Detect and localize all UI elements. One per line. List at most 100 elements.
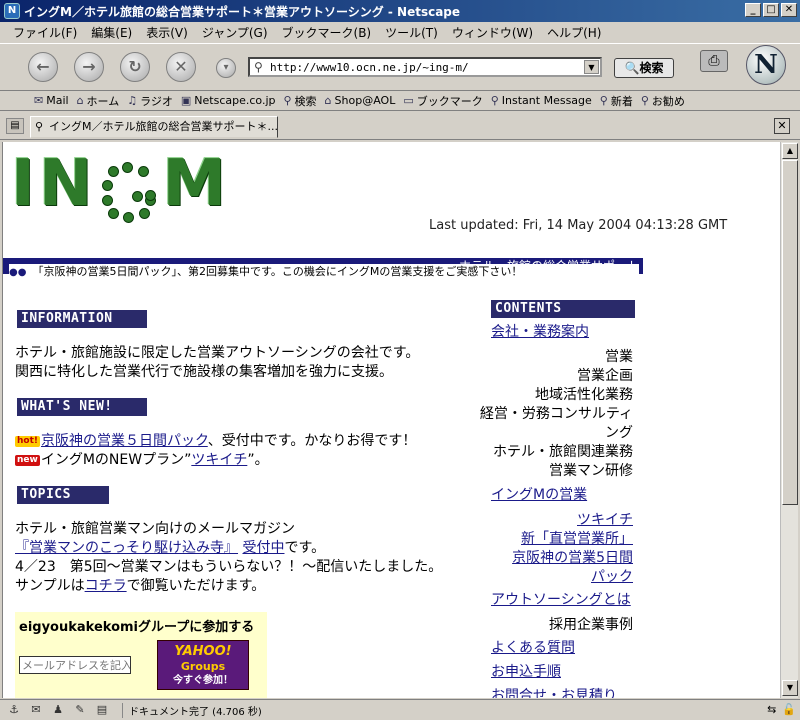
toolbar-mail[interactable]: ✉ Mail [34, 94, 69, 107]
join-now-text: 今すぐ参加！ [173, 675, 233, 686]
history-dropdown-button[interactable]: ▾ [216, 58, 236, 78]
page-content: IN M Last updated: Fri, 14 May 2004 04:1… [2, 142, 780, 698]
outsourcing-link[interactable]: アウトソーシングとは [491, 591, 631, 610]
yahoo-groups-join-button[interactable]: YAHOO! Groups 今すぐ参加！ [157, 640, 249, 690]
toolbar-mail-label: Mail [46, 94, 69, 107]
toolbar-im[interactable]: ⚲ Instant Message [491, 94, 592, 107]
close-window-button[interactable]: ✕ [781, 3, 797, 17]
title-bar: N イングM／ホテル旅館の総合営業サポート＊営業アウトソーシング - Netsc… [0, 0, 800, 22]
link-icon: ⚲ [490, 94, 499, 107]
composer-icon[interactable]: ✎ [72, 703, 88, 717]
toolbar-recommend[interactable]: ⚲ お勧め [641, 93, 685, 109]
reload-button[interactable]: ↻ [120, 52, 150, 82]
yahoo-logo-text: YAHOO! [174, 644, 232, 659]
tab-list-icon[interactable]: ▤ [6, 118, 24, 134]
toolbar-bookmarks-label: ブックマーク [416, 94, 483, 108]
company-link[interactable]: 会社・業務案内 [491, 323, 589, 342]
address-book-icon[interactable]: ▤ [94, 703, 110, 717]
toolbar-search[interactable]: ⚲ 検索 [283, 93, 316, 109]
window-title: イングM／ホテル旅館の総合営業サポート＊営業アウトソーシング - Netscap… [24, 4, 461, 19]
close-tab-button[interactable]: ✕ [774, 118, 790, 134]
logo-text-left: IN [11, 147, 97, 221]
faq-link[interactable]: よくある質問 [491, 639, 575, 658]
scroll-thumb[interactable] [782, 160, 798, 505]
toolbar-netscape-label: Netscape.co.jp [194, 94, 276, 107]
menu-view[interactable]: 表示(V) [139, 24, 195, 41]
sample-link[interactable]: コチラ [85, 578, 127, 594]
ingm-item-5day[interactable]: 京阪神の営業5日間 [512, 549, 633, 568]
subscribe-link[interactable]: 受付中 [242, 540, 284, 556]
ingm-sales-link[interactable]: イングMの営業 [491, 486, 587, 505]
ingm-item-tsukiichi[interactable]: ツキイチ [577, 511, 633, 530]
menu-edit[interactable]: 編集(E) [84, 24, 139, 41]
ingm-item-pack[interactable]: パック [591, 568, 633, 587]
toolbar-radio[interactable]: ♫ ラジオ [127, 93, 173, 109]
back-arrow-icon: ← [36, 57, 50, 76]
personal-toolbar: ✉ Mail ⌂ ホーム ♫ ラジオ ▣ Netscape.co.jp ⚲ 検索 ⌂ Sho… [0, 91, 800, 111]
search-icon: 🔍 [624, 61, 640, 75]
toolbar-netscape[interactable]: ▣ Netscape.co.jp [181, 94, 276, 107]
magazine-link[interactable]: 『営業マンのこっそり駆け込み寺』 [15, 540, 238, 556]
apply-link[interactable]: お申込手順 [491, 663, 561, 682]
stop-button[interactable]: ✕ [166, 52, 196, 82]
print-icon[interactable]: ⎙ [700, 50, 728, 72]
toolbar-new[interactable]: ⚲ 新着 [600, 93, 633, 109]
maximize-button[interactable]: □ [763, 3, 779, 17]
netscape-logo[interactable]: N [746, 45, 786, 85]
forward-button[interactable]: → [74, 52, 104, 82]
page-icon: ⚲ [254, 60, 263, 74]
page-icon: ⚲ [35, 120, 44, 133]
stop-icon: ✕ [174, 57, 188, 76]
minimize-button[interactable]: _ [745, 3, 761, 17]
yahoo-email-input[interactable] [19, 656, 131, 674]
toolbar-home[interactable]: ⌂ ホーム [77, 93, 120, 109]
aim-icon[interactable]: ♟ [50, 703, 66, 717]
toolbar-shop-label: Shop@AOL [334, 94, 396, 107]
news1-link[interactable]: 京阪神の営業５日間パック [41, 433, 208, 449]
link-icon: ⚲ [640, 94, 649, 107]
company-item-hotel: ホテル・旅館関連業務 [493, 444, 633, 460]
last-updated: Last updated: Fri, 14 May 2004 04:13:28 … [429, 218, 728, 233]
tab-bar: ▤ ⚲ イングM／ホテル旅館の総合営業サポート＊... ✕ [0, 112, 800, 140]
company-item-sales: 営業 [605, 349, 633, 365]
vertical-scrollbar[interactable]: ▲ ▼ [780, 142, 798, 698]
news1-text: 、受付中です。かなりお得です！ [207, 433, 417, 449]
menu-help[interactable]: ヘルプ(H) [540, 24, 608, 41]
company-item-training: 営業マン研修 [549, 463, 633, 479]
url-dropdown-icon[interactable]: ▼ [584, 60, 599, 74]
scroll-up-icon[interactable]: ▲ [782, 143, 798, 159]
outsourcing-item-cases: 採用企業事例 [549, 617, 633, 633]
yahoo-groups-box: eigyoukakekomiグループに参加する YAHOO! Groups 今す… [15, 612, 267, 698]
scroll-down-icon[interactable]: ▼ [782, 680, 798, 696]
info-line-1: ホテル・旅館施設に限定した営業アウトソーシングの会社です。 [15, 345, 420, 361]
menu-file[interactable]: ファイル(F) [6, 24, 84, 41]
news-ticker[interactable]: ●● 「京阪神の営業5日間パック」、第2回募集中です。この機会にイングMの営業支援… [9, 264, 639, 280]
tab-ingm[interactable]: ⚲ イングM／ホテル旅館の総合営業サポート＊... [30, 116, 278, 138]
search-button[interactable]: 🔍検索 [614, 58, 674, 78]
menu-window[interactable]: ウィンドウ(W) [445, 24, 540, 41]
topic-line-4: サンプルはコチラで御覧いただけます。 [15, 577, 265, 596]
toolbar-shop[interactable]: ⌂ Shop@AOL [325, 94, 396, 107]
toolbar-im-label: Instant Message [501, 94, 592, 107]
url-input[interactable] [270, 59, 570, 75]
menu-bookmarks[interactable]: ブックマーク(B) [275, 24, 379, 41]
topic-line-4-post: で御覧いただけます。 [126, 578, 266, 594]
toolbar-bookmarks[interactable]: ▭ ブックマーク [403, 93, 482, 109]
topic-line-1: ホテル・旅館営業マン向けのメールマガジン [15, 521, 295, 537]
toolbar-home-label: ホーム [86, 94, 120, 108]
menu-bar: ファイル(F) 編集(E) 表示(V) ジャンプ(G) ブックマーク(B) ツー… [0, 22, 800, 42]
site-logo[interactable]: IN M [11, 147, 230, 223]
ingm-item-office[interactable]: 新「直営営業所」 [521, 530, 633, 549]
info-line-2: 関西に特化した営業代行で施設様の集客増加を強力に支援。 [15, 364, 393, 380]
contact-link[interactable]: お問合せ・お見積り [491, 687, 617, 698]
back-button[interactable]: ← [28, 52, 58, 82]
mail-icon[interactable]: ✉ [28, 703, 44, 717]
menu-go[interactable]: ジャンプ(G) [195, 24, 275, 41]
whatsnew-header: WHAT'S NEW! [17, 398, 147, 416]
navigator-icon[interactable]: ⚓ [6, 703, 22, 717]
company-item-planning: 営業企画 [577, 368, 633, 384]
logo-dotted-g-icon [102, 162, 157, 223]
mail-icon: ✉ [34, 94, 44, 107]
news2-link[interactable]: ツキイチ [191, 452, 247, 468]
menu-tools[interactable]: ツール(T) [378, 24, 445, 41]
